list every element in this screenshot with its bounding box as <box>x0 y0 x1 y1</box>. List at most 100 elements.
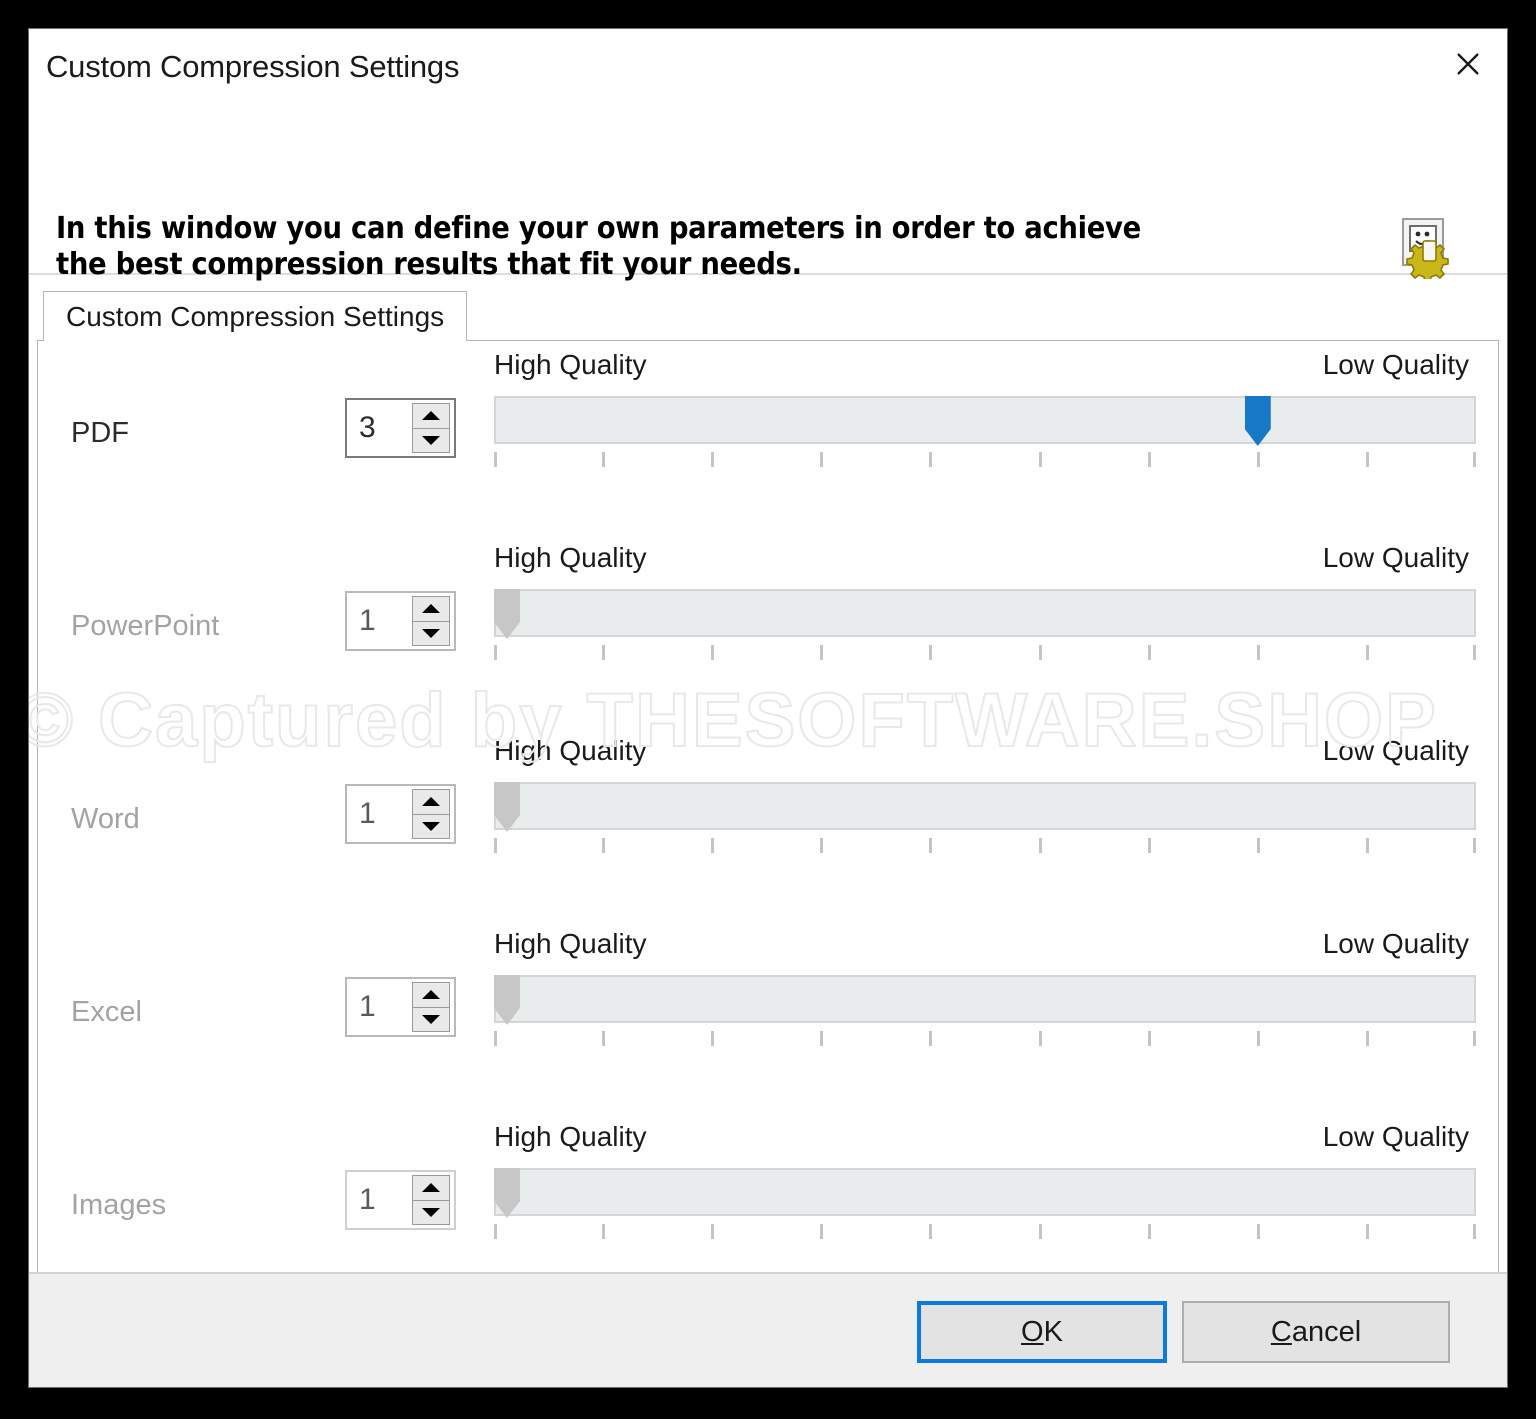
slider-tick <box>1365 452 1369 467</box>
low-quality-label: Low Quality <box>1322 735 1469 766</box>
dialog-window: Custom Compression Settings In this wind… <box>28 28 1508 1388</box>
low-quality-label: Low Quality <box>1322 542 1469 573</box>
slider-tick <box>820 838 824 853</box>
slider-tick <box>1473 1031 1476 1046</box>
high-quality-label: High Quality <box>494 349 647 380</box>
low-quality-label: Low Quality <box>1322 1121 1469 1152</box>
slider-tick <box>1038 645 1042 660</box>
slider-rail[interactable] <box>494 975 1476 1023</box>
quality-stepper[interactable]: 1 <box>345 1170 456 1230</box>
slider-tick <box>494 452 497 467</box>
quality-stepper[interactable]: 1 <box>345 591 456 651</box>
slider-tick <box>1147 1031 1151 1046</box>
stepper-down-icon[interactable] <box>412 621 450 646</box>
tab-strip: Custom Compression Settings <box>37 291 1499 341</box>
slider-tick <box>494 838 497 853</box>
slider-tick <box>711 452 715 467</box>
slider-tick <box>1473 645 1476 660</box>
slider-ticks <box>494 1031 1476 1047</box>
slider-tick <box>1147 1224 1151 1239</box>
quality-slider[interactable] <box>494 396 1476 467</box>
row-label-pdf: PDF <box>71 417 129 449</box>
slider-tick <box>1147 645 1151 660</box>
close-icon[interactable] <box>1437 35 1499 93</box>
stepper-up-icon[interactable] <box>412 596 450 622</box>
screen: Custom Compression Settings In this wind… <box>0 0 1536 1419</box>
row-label-powerpoint: PowerPoint <box>71 610 220 642</box>
settings-row: Word 1 High Quality Low Quality <box>38 727 1498 897</box>
slider-tick <box>711 645 715 660</box>
cancel-button[interactable]: Cancel <box>1182 1301 1450 1363</box>
quality-stepper-value[interactable]: 1 <box>347 1172 412 1228</box>
slider-ticks <box>494 645 1476 661</box>
header-band: In this window you can define your own p… <box>29 107 1507 283</box>
settings-row: PowerPoint 1 High Quality Low Quality <box>38 534 1498 704</box>
slider-rail[interactable] <box>494 782 1476 830</box>
slider-tick <box>602 838 606 853</box>
quality-stepper[interactable]: 1 <box>345 977 456 1037</box>
quality-stepper-value[interactable]: 1 <box>347 786 412 842</box>
high-quality-label: High Quality <box>494 1121 647 1152</box>
slider-tick <box>1365 1031 1369 1046</box>
slider-tick <box>1038 452 1042 467</box>
quality-slider[interactable] <box>494 975 1476 1046</box>
quality-stepper[interactable]: 3 <box>345 398 456 458</box>
slider-tick <box>929 1031 933 1046</box>
slider-tick <box>1038 1224 1042 1239</box>
quality-slider[interactable] <box>494 1168 1476 1239</box>
slider-tick <box>711 1224 715 1239</box>
stepper-down-icon[interactable] <box>412 814 450 839</box>
stepper-down-icon[interactable] <box>412 1200 450 1225</box>
ok-button[interactable]: OK <box>917 1301 1167 1363</box>
ok-label-rest: K <box>1043 1315 1063 1348</box>
tab-label: Custom Compression Settings <box>66 300 445 332</box>
stepper-buttons <box>412 982 450 1032</box>
slider-tick <box>711 1031 715 1046</box>
low-quality-label: Low Quality <box>1322 349 1469 380</box>
low-quality-label: Low Quality <box>1322 928 1469 959</box>
slider-tick <box>1473 452 1476 467</box>
quality-stepper[interactable]: 1 <box>345 784 456 844</box>
slider-tick <box>1038 1031 1042 1046</box>
slider-ticks <box>494 452 1476 468</box>
quality-stepper-value[interactable]: 1 <box>347 593 412 649</box>
slider-tick <box>1038 838 1042 853</box>
title-bar: Custom Compression Settings <box>29 29 1507 107</box>
slider-tick <box>1473 838 1476 853</box>
slider-tick <box>1147 838 1151 853</box>
stepper-down-icon[interactable] <box>412 1007 450 1032</box>
settings-row: Excel 1 High Quality Low Quality <box>38 920 1498 1090</box>
slider-ticks <box>494 1224 1476 1240</box>
stepper-up-icon[interactable] <box>412 403 450 429</box>
quality-stepper-value[interactable]: 3 <box>347 400 412 456</box>
stepper-up-icon[interactable] <box>412 982 450 1008</box>
tab-custom-compression-settings[interactable]: Custom Compression Settings <box>43 291 468 341</box>
cancel-accel-letter: C <box>1270 1315 1292 1348</box>
high-quality-label: High Quality <box>494 928 647 959</box>
stepper-up-icon[interactable] <box>412 789 450 815</box>
slider-tick <box>820 1031 824 1046</box>
tab-page: PDF 3 High Quality Low Quality PowerPoint 1 Hi… <box>37 341 1499 1316</box>
slider-rail[interactable] <box>494 1168 1476 1216</box>
slider-tick <box>929 452 933 467</box>
slider-tick <box>929 645 933 660</box>
quality-stepper-value[interactable]: 1 <box>347 979 412 1035</box>
slider-tick <box>1147 452 1151 467</box>
slider-tick <box>1256 1031 1260 1046</box>
stepper-buttons <box>412 1175 450 1225</box>
row-label-excel: Excel <box>71 996 142 1028</box>
quality-slider[interactable] <box>494 589 1476 660</box>
document-gear-icon <box>1395 217 1459 283</box>
slider-tick <box>929 838 933 853</box>
slider-tick <box>820 645 824 660</box>
slider-tick <box>1256 838 1260 853</box>
quality-slider[interactable] <box>494 782 1476 853</box>
slider-tick <box>494 1031 497 1046</box>
slider-rail[interactable] <box>494 396 1476 444</box>
stepper-buttons <box>412 403 450 453</box>
slider-rail[interactable] <box>494 589 1476 637</box>
slider-tick <box>711 838 715 853</box>
stepper-up-icon[interactable] <box>412 1175 450 1201</box>
settings-row: Images 1 High Quality Low Quality <box>38 1113 1498 1283</box>
stepper-down-icon[interactable] <box>412 428 450 453</box>
